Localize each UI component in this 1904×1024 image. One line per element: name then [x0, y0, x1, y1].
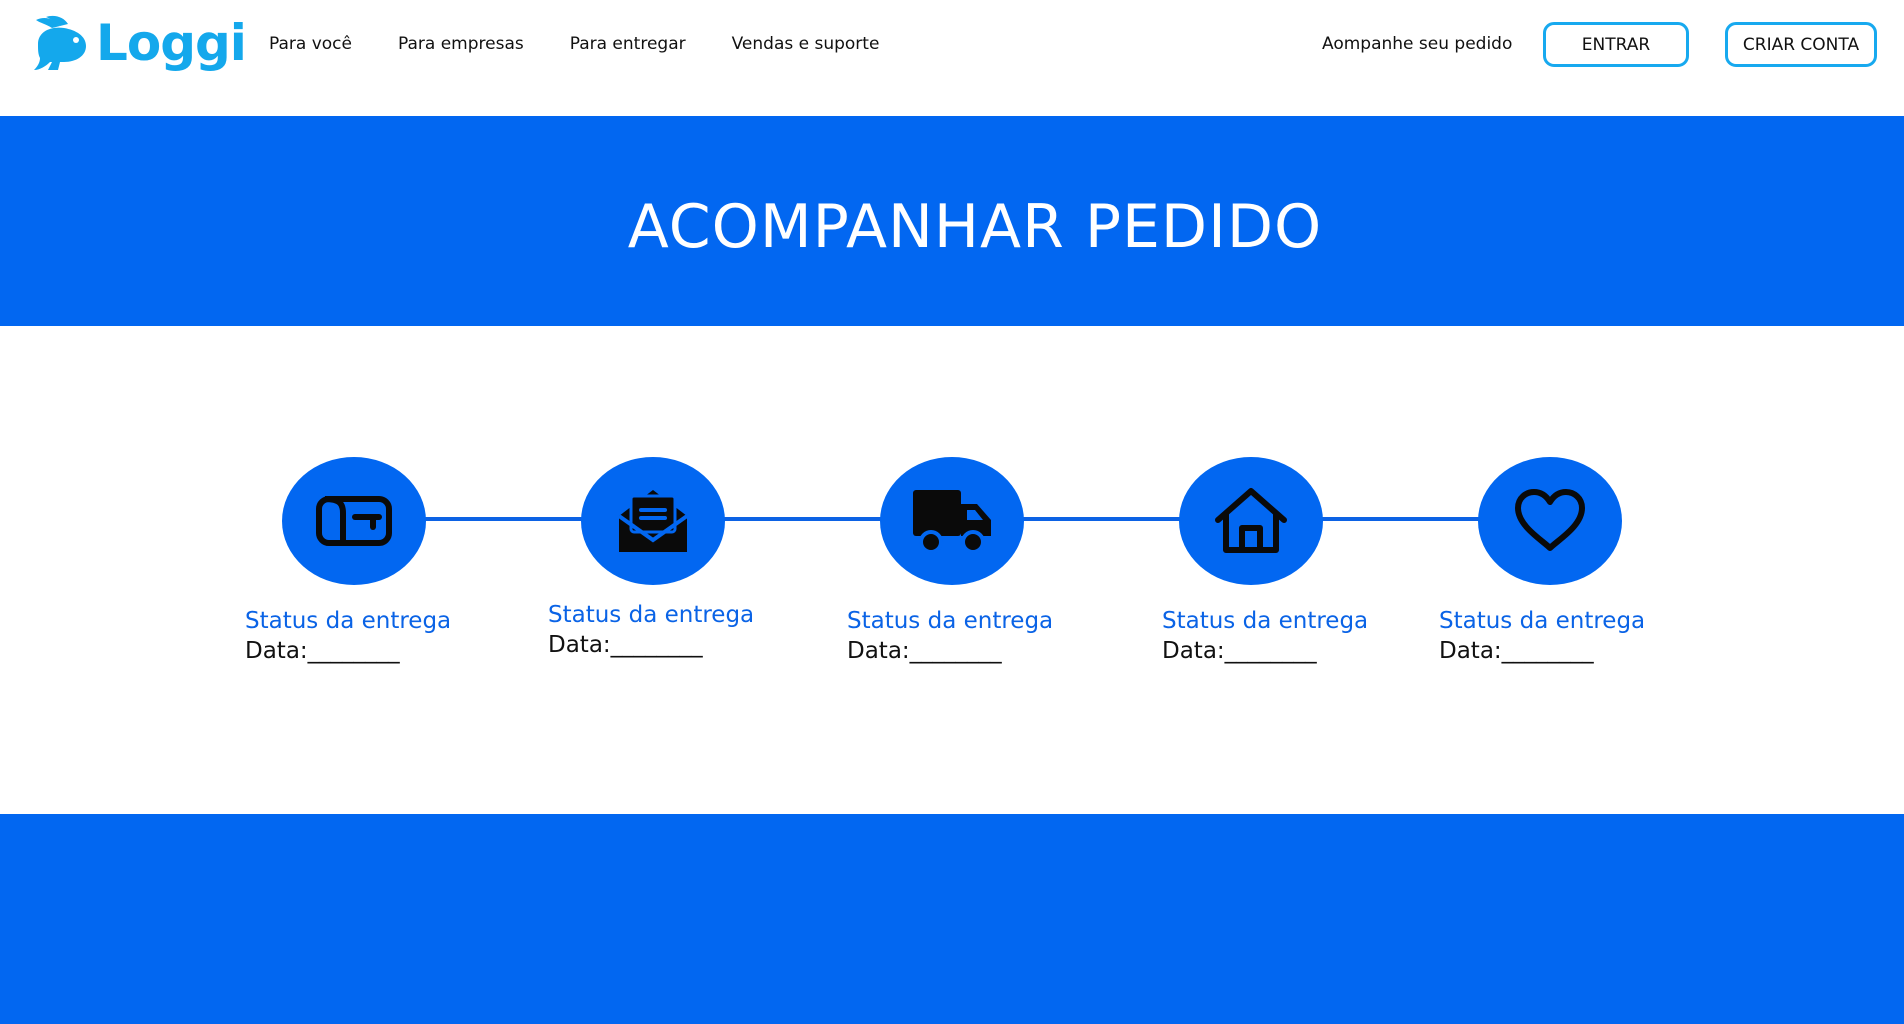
- track-order-link[interactable]: Aompanhe seu pedido: [1322, 32, 1512, 56]
- mailbox-icon: [316, 496, 392, 546]
- step-1-circle: [282, 457, 426, 585]
- step-4-date: Data:________: [1162, 638, 1317, 664]
- hero-banner: ACOMPANHAR PEDIDO: [0, 116, 1904, 326]
- truck-icon: [913, 490, 991, 554]
- nav-item-para-voce[interactable]: Para você: [269, 32, 352, 56]
- site-footer: [0, 814, 1904, 1024]
- create-account-button[interactable]: CRIAR CONTA: [1725, 22, 1877, 67]
- nav-item-vendas-suporte[interactable]: Vendas e suporte: [732, 32, 880, 56]
- open-envelope-icon: [617, 490, 689, 552]
- nav-item-para-entregar[interactable]: Para entregar: [570, 32, 686, 56]
- nav-item-para-empresas[interactable]: Para empresas: [398, 32, 524, 56]
- step-2-status: Status da entrega: [548, 602, 755, 628]
- delivery-timeline: Status da entrega Data:________ Status d…: [0, 326, 1904, 814]
- step-2-date: Data:________: [548, 632, 703, 658]
- login-button[interactable]: ENTRAR: [1543, 22, 1689, 67]
- step-2-circle: [581, 457, 725, 585]
- step-5-date: Data:________: [1439, 638, 1594, 664]
- step-3-date: Data:________: [847, 638, 1002, 664]
- rabbit-logo-icon: [34, 15, 86, 70]
- step-1-status: Status da entrega: [245, 608, 452, 634]
- page-title: ACOMPANHAR PEDIDO: [627, 192, 1323, 262]
- step-3-status: Status da entrega: [847, 608, 1054, 634]
- step-5-status: Status da entrega: [1439, 608, 1646, 634]
- main-nav: Para você Para empresas Para entregar Ve…: [269, 32, 925, 56]
- loggi-logo[interactable]: Loggi: [30, 12, 247, 74]
- step-1-date: Data:________: [245, 638, 400, 664]
- step-4-circle: [1179, 457, 1323, 585]
- heart-icon: [1515, 489, 1585, 551]
- step-5-circle: [1478, 457, 1622, 585]
- logo-wordmark: Loggi: [96, 14, 247, 72]
- home-icon: [1215, 488, 1287, 553]
- step-3-circle: [880, 457, 1024, 585]
- step-4-status: Status da entrega: [1162, 608, 1369, 634]
- site-header: Loggi Para você Para empresas Para entre…: [0, 0, 1904, 116]
